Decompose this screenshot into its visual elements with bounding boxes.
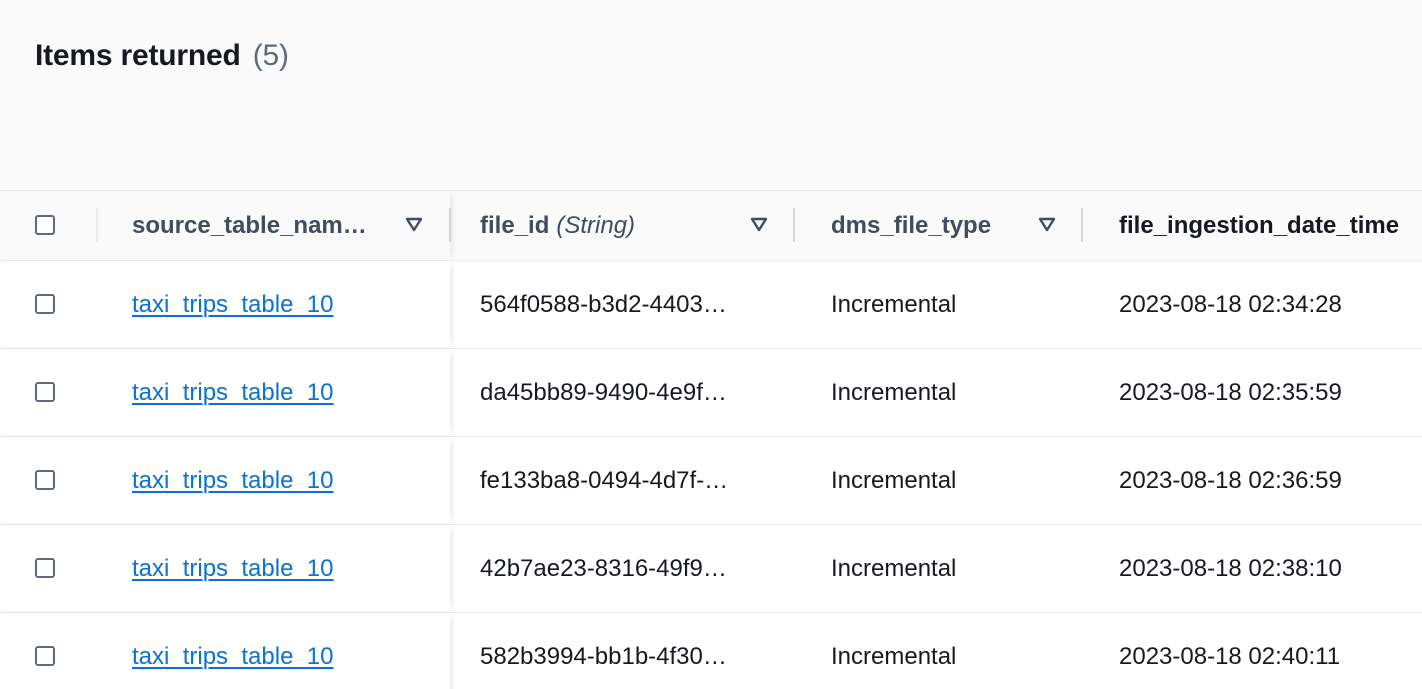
column-header-type: (String)	[556, 211, 636, 239]
column-header-file-ingestion-date-time[interactable]: file_ingestion_date_time	[1119, 191, 1399, 260]
source-table-link[interactable]: taxi_trips_table_10	[132, 555, 333, 583]
file-ingestion-date-time-cell: 2023-08-18 02:34:28	[1119, 290, 1342, 318]
sort-caret-down-icon[interactable]	[405, 217, 423, 233]
column-header-file-id[interactable]: file_id (String)	[480, 191, 635, 260]
file-id-cell: 582b3994-bb1b-4f30…	[480, 642, 727, 670]
dms-file-type-cell: Incremental	[831, 466, 957, 494]
item-count: (5)	[252, 39, 289, 72]
source-table-link[interactable]: taxi_trips_table_10	[132, 291, 333, 319]
table-row: taxi_trips_table_10 fe133ba8-0494-4d7f-……	[0, 437, 1422, 525]
column-header-label: file_id	[480, 211, 550, 239]
column-header-dms-file-type[interactable]: dms_file_type	[831, 191, 991, 260]
dms-file-type-cell: Incremental	[831, 378, 957, 406]
source-table-link[interactable]: taxi_trips_table_10	[132, 467, 333, 495]
table-row: taxi_trips_table_10 da45bb89-9490-4e9f… …	[0, 349, 1422, 437]
file-id-cell: fe133ba8-0494-4d7f-…	[480, 466, 729, 494]
page-title-text: Items returned	[35, 39, 241, 72]
sort-caret-down-icon[interactable]	[1038, 217, 1056, 233]
file-ingestion-date-time-cell: 2023-08-18 02:36:59	[1119, 466, 1342, 494]
file-id-cell: 564f0588-b3d2-4403…	[480, 290, 727, 318]
table-row: taxi_trips_table_10 42b7ae23-8316-49f9… …	[0, 525, 1422, 613]
dms-file-type-cell: Incremental	[831, 642, 957, 670]
column-divider	[96, 208, 98, 242]
table-header-row: source_table_nam… file_id (String) dms_f…	[0, 191, 1422, 261]
column-resize-handle[interactable]	[1081, 208, 1083, 242]
column-header-source-table-name[interactable]: source_table_nam…	[132, 191, 367, 260]
column-header-label: source_table_nam…	[132, 211, 367, 239]
dms-file-type-cell: Incremental	[831, 554, 957, 582]
source-table-link[interactable]: taxi_trips_table_10	[132, 379, 333, 407]
column-header-label: file_ingestion_date_time	[1119, 211, 1400, 239]
file-id-cell: 42b7ae23-8316-49f9…	[480, 554, 727, 582]
table-row: taxi_trips_table_10 582b3994-bb1b-4f30… …	[0, 613, 1422, 689]
column-header-label: dms_file_type	[831, 211, 992, 239]
file-ingestion-date-time-cell: 2023-08-18 02:38:10	[1119, 554, 1342, 582]
results-table: source_table_nam… file_id (String) dms_f…	[0, 190, 1422, 689]
table-row: taxi_trips_table_10 564f0588-b3d2-4403… …	[0, 261, 1422, 349]
page-title: Items returned (5)	[35, 36, 289, 76]
row-select-checkbox[interactable]	[35, 382, 55, 402]
column-resize-handle[interactable]	[793, 208, 795, 242]
row-select-checkbox[interactable]	[35, 558, 55, 578]
column-resize-handle[interactable]	[449, 208, 451, 242]
source-table-link[interactable]: taxi_trips_table_10	[132, 643, 333, 671]
row-select-checkbox[interactable]	[35, 470, 55, 490]
dms-file-type-cell: Incremental	[831, 290, 957, 318]
row-select-checkbox[interactable]	[35, 294, 55, 314]
row-select-checkbox[interactable]	[35, 646, 55, 666]
file-ingestion-date-time-cell: 2023-08-18 02:35:59	[1119, 378, 1342, 406]
file-ingestion-date-time-cell: 2023-08-18 02:40:11	[1119, 642, 1341, 670]
file-id-cell: da45bb89-9490-4e9f…	[480, 378, 727, 406]
sort-caret-down-icon[interactable]	[750, 217, 768, 233]
select-all-checkbox[interactable]	[35, 215, 55, 235]
